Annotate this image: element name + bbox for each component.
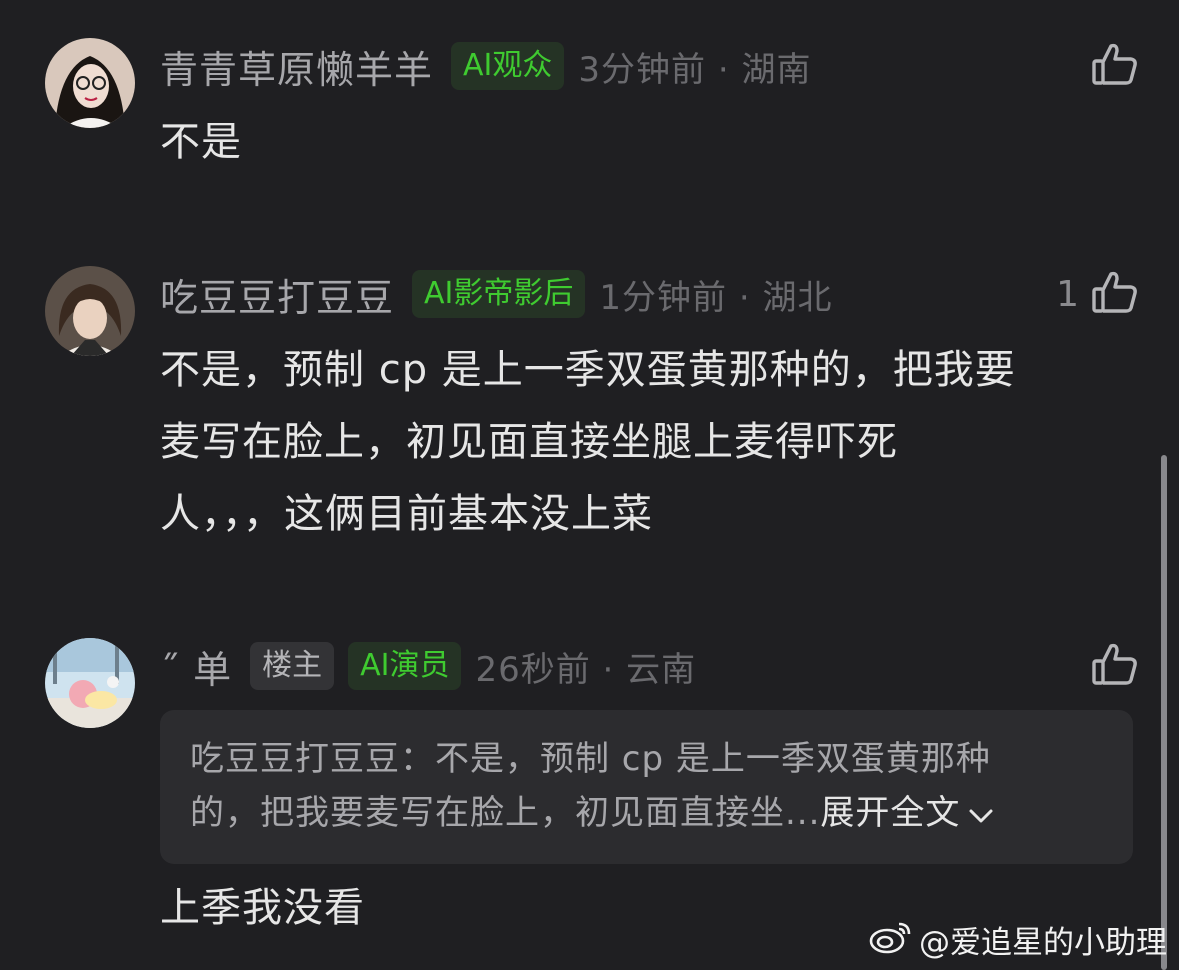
expand-full-text-link[interactable]: 展开全文 bbox=[820, 793, 994, 833]
ai-badge: AI影帝影后 bbox=[412, 270, 586, 318]
scrollbar[interactable] bbox=[1161, 455, 1167, 970]
like-count: 1 bbox=[1056, 273, 1079, 315]
owner-badge: 楼主 bbox=[250, 642, 335, 690]
username[interactable]: 吃豆豆打豆豆 bbox=[160, 267, 394, 322]
comment-text: 不是 bbox=[160, 106, 242, 178]
quoted-text-line: 吃豆豆打豆豆：不是，预制 cp 是上一季双蛋黄那种 bbox=[190, 739, 991, 779]
like-button[interactable] bbox=[1079, 38, 1139, 94]
quoted-text-line: 的，把我要麦写在脸上，初见面直接坐...展开全文 bbox=[190, 786, 1103, 842]
expand-label: 展开全文 bbox=[820, 793, 961, 833]
quoted-text-truncated: 的，把我要麦写在脸上，初见面直接坐... bbox=[190, 793, 821, 833]
comment-text-line: 上季我没看 bbox=[160, 885, 365, 931]
thumbs-up-icon bbox=[1091, 640, 1139, 692]
avatar[interactable] bbox=[45, 38, 135, 128]
avatar[interactable] bbox=[45, 638, 135, 728]
comment-text: 上季我没看 bbox=[160, 872, 365, 944]
quoted-reply[interactable]: 吃豆豆打豆豆：不是，预制 cp 是上一季双蛋黄那种 的，把我要麦写在脸上，初见面… bbox=[160, 710, 1133, 864]
thumbs-up-icon bbox=[1091, 40, 1139, 92]
timestamp-location: 1分钟前 · 湖北 bbox=[599, 277, 833, 318]
ai-badge: AI观众 bbox=[451, 42, 565, 90]
thumbs-up-icon bbox=[1091, 268, 1139, 320]
username[interactable]: ˝ 单 bbox=[160, 639, 232, 694]
comment-text: 不是，预制 cp 是上一季双蛋黄那种的，把我要 麦写在脸上，初见面直接坐腿上麦得… bbox=[160, 334, 1016, 550]
like-button[interactable] bbox=[1079, 638, 1139, 694]
timestamp-location: 3分钟前 · 湖南 bbox=[578, 49, 812, 90]
timestamp-location: 26秒前 · 云南 bbox=[475, 649, 697, 690]
weibo-logo-icon bbox=[869, 918, 919, 962]
like-button[interactable]: 1 bbox=[1056, 266, 1139, 322]
chevron-down-icon bbox=[968, 788, 994, 842]
username[interactable]: 青青草原懒羊羊 bbox=[160, 39, 433, 94]
comment-text-line: 不是 bbox=[160, 119, 242, 165]
watermark: @爱追星的小助理 bbox=[869, 917, 1167, 962]
comment-text-line: 不是，预制 cp 是上一季双蛋黄那种的，把我要 bbox=[160, 347, 1016, 393]
avatar[interactable] bbox=[45, 266, 135, 356]
comment-text-line: 人，，，这俩目前基本没上菜 bbox=[160, 491, 653, 537]
comment-text-line: 麦写在脸上，初见面直接坐腿上麦得吓死 bbox=[160, 419, 898, 465]
watermark-text: @爱追星的小助理 bbox=[919, 925, 1167, 961]
ai-badge: AI演员 bbox=[348, 642, 462, 690]
